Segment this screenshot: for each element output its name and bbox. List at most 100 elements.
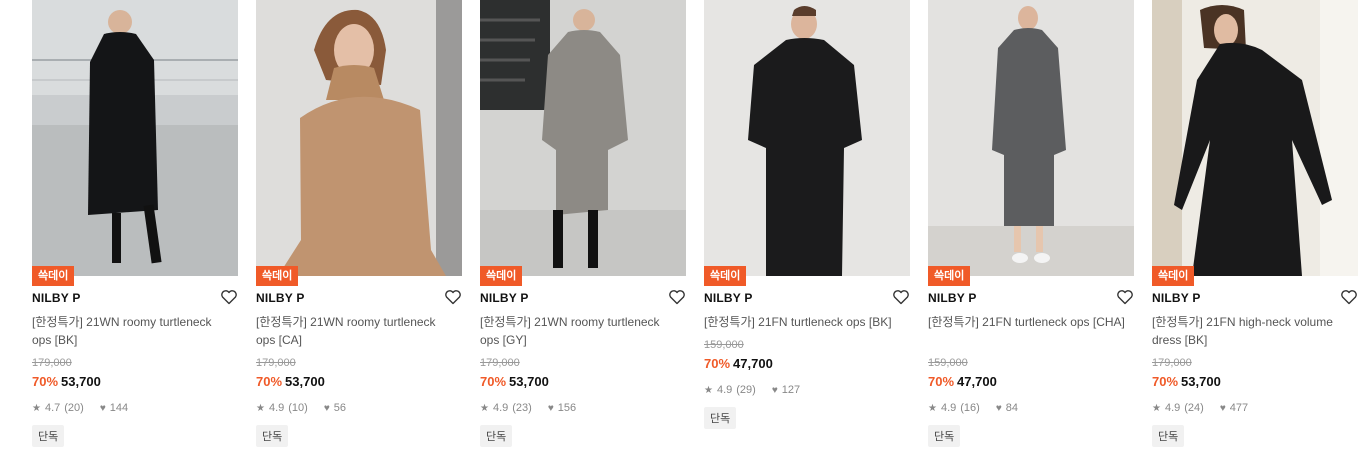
product-image[interactable] xyxy=(32,0,238,276)
price-row: 70% 53,700 xyxy=(32,374,101,389)
product-stats: ★ 4.9 (23) ♥ 156 xyxy=(480,402,576,414)
heart-icon: ♥ xyxy=(547,402,554,414)
product-name[interactable]: [한정특가] 21FN turtleneck ops [CHA] xyxy=(928,313,1128,331)
heart-icon[interactable] xyxy=(444,288,462,306)
star-icon: ★ xyxy=(704,384,713,396)
product-card[interactable]: 쓱데이 NILBY P [한정특가] 21WN roomy turtleneck… xyxy=(32,0,238,468)
rating: 4.9 xyxy=(492,402,509,414)
product-name[interactable]: [한정특가] 21WN roomy turtleneck ops [CA] xyxy=(256,313,456,349)
product-name[interactable]: [한정특가] 21WN roomy turtleneck ops [BK] xyxy=(32,313,232,349)
heart-icon: ♥ xyxy=(771,384,778,396)
sale-tag: 쓱데이 xyxy=(1152,266,1195,286)
heart-icon[interactable] xyxy=(1116,288,1134,306)
price-row: 70% 53,700 xyxy=(256,374,325,389)
product-stats: ★ 4.7 (20) ♥ 144 xyxy=(32,402,128,414)
star-icon: ★ xyxy=(32,402,41,414)
rating: 4.9 xyxy=(1164,402,1181,414)
exclusive-badge: 단독 xyxy=(32,425,65,447)
like-count: 477 xyxy=(1229,402,1249,414)
product-image[interactable] xyxy=(704,0,910,276)
product-stats: ★ 4.9 (24) ♥ 477 xyxy=(1152,402,1248,414)
price-row: 70% 53,700 xyxy=(480,374,549,389)
sale-price: 53,700 xyxy=(1181,374,1221,389)
review-count: (24) xyxy=(1184,402,1204,414)
brand-name[interactable]: NILBY P xyxy=(480,291,529,305)
sale-tag: 쓱데이 xyxy=(32,266,75,286)
star-icon: ★ xyxy=(1152,402,1161,414)
discount-rate: 70% xyxy=(256,374,283,389)
original-price: 179,000 xyxy=(256,357,296,369)
heart-icon: ♥ xyxy=(1219,402,1226,414)
brand-name[interactable]: NILBY P xyxy=(32,291,81,305)
rating: 4.9 xyxy=(268,402,285,414)
heart-icon[interactable] xyxy=(220,288,238,306)
original-price: 159,000 xyxy=(928,357,968,369)
sale-price: 47,700 xyxy=(733,356,773,371)
heart-icon: ♥ xyxy=(99,402,106,414)
rating: 4.7 xyxy=(44,402,61,414)
product-card[interactable]: 쓱데이 NILBY P [한정특가] 21FN high-neck volume… xyxy=(1152,0,1358,468)
brand-name[interactable]: NILBY P xyxy=(1152,291,1201,305)
review-count: (29) xyxy=(736,384,756,396)
exclusive-badge: 단독 xyxy=(480,425,513,447)
product-image[interactable] xyxy=(256,0,462,276)
product-grid: 쓱데이 NILBY P [한정특가] 21WN roomy turtleneck… xyxy=(0,0,1369,468)
brand-name[interactable]: NILBY P xyxy=(704,291,753,305)
heart-icon[interactable] xyxy=(1340,288,1358,306)
discount-rate: 70% xyxy=(32,374,59,389)
product-name[interactable]: [한정특가] 21FN turtleneck ops [BK] xyxy=(704,313,904,331)
discount-rate: 70% xyxy=(928,374,955,389)
product-card[interactable]: 쓱데이 NILBY P [한정특가] 21WN roomy turtleneck… xyxy=(480,0,686,468)
exclusive-badge: 단독 xyxy=(1152,425,1185,447)
review-count: (16) xyxy=(960,402,980,414)
product-image[interactable] xyxy=(928,0,1134,276)
rating: 4.9 xyxy=(940,402,957,414)
exclusive-badge: 단독 xyxy=(704,407,737,429)
rating: 4.9 xyxy=(716,384,733,396)
sale-price: 53,700 xyxy=(285,374,325,389)
product-name[interactable]: [한정특가] 21FN high-neck volume dress [BK] xyxy=(1152,313,1352,349)
star-icon: ★ xyxy=(256,402,265,414)
brand-name[interactable]: NILBY P xyxy=(256,291,305,305)
star-icon: ★ xyxy=(480,402,489,414)
review-count: (23) xyxy=(512,402,532,414)
like-count: 144 xyxy=(109,402,129,414)
sale-price: 47,700 xyxy=(957,374,997,389)
price-row: 70% 47,700 xyxy=(704,356,773,371)
review-count: (10) xyxy=(288,402,308,414)
product-card[interactable]: 쓱데이 NILBY P [한정특가] 21FN turtleneck ops [… xyxy=(704,0,910,468)
heart-icon: ♥ xyxy=(995,402,1002,414)
original-price: 179,000 xyxy=(32,357,72,369)
sale-tag: 쓱데이 xyxy=(256,266,299,286)
star-icon: ★ xyxy=(928,402,937,414)
heart-icon[interactable] xyxy=(668,288,686,306)
review-count: (20) xyxy=(64,402,84,414)
like-count: 84 xyxy=(1005,402,1019,414)
discount-rate: 70% xyxy=(704,356,731,371)
brand-name[interactable]: NILBY P xyxy=(928,291,977,305)
product-stats: ★ 4.9 (16) ♥ 84 xyxy=(928,402,1018,414)
like-count: 56 xyxy=(333,402,347,414)
heart-icon: ♥ xyxy=(323,402,330,414)
product-image[interactable] xyxy=(480,0,686,276)
product-card[interactable]: 쓱데이 NILBY P [한정특가] 21WN roomy turtleneck… xyxy=(256,0,462,468)
price-row: 70% 53,700 xyxy=(1152,374,1221,389)
product-image[interactable] xyxy=(1152,0,1358,276)
like-count: 156 xyxy=(557,402,577,414)
like-count: 127 xyxy=(781,384,801,396)
sale-price: 53,700 xyxy=(509,374,549,389)
product-name[interactable]: [한정특가] 21WN roomy turtleneck ops [GY] xyxy=(480,313,680,349)
discount-rate: 70% xyxy=(1152,374,1179,389)
original-price: 179,000 xyxy=(1152,357,1192,369)
sale-price: 53,700 xyxy=(61,374,101,389)
exclusive-badge: 단독 xyxy=(928,425,961,447)
heart-icon[interactable] xyxy=(892,288,910,306)
sale-tag: 쓱데이 xyxy=(704,266,747,286)
original-price: 159,000 xyxy=(704,339,744,351)
price-row: 70% 47,700 xyxy=(928,374,997,389)
sale-tag: 쓱데이 xyxy=(928,266,971,286)
product-card[interactable]: 쓱데이 NILBY P [한정특가] 21FN turtleneck ops [… xyxy=(928,0,1134,468)
original-price: 179,000 xyxy=(480,357,520,369)
exclusive-badge: 단독 xyxy=(256,425,289,447)
discount-rate: 70% xyxy=(480,374,507,389)
